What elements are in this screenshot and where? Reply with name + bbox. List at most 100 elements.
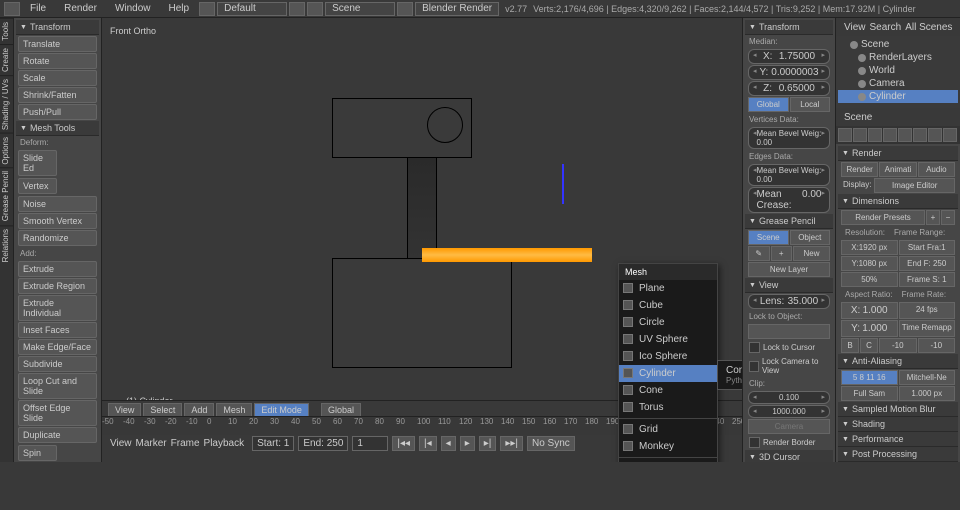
pushpull-button[interactable]: Push/Pull (18, 104, 97, 120)
aspect-y-field[interactable]: Y: 1.000 (841, 320, 898, 337)
remap-new-field[interactable]: -10 (918, 338, 956, 353)
noise-button[interactable]: Noise (18, 196, 97, 212)
gp-scene-button[interactable]: Scene (748, 230, 789, 245)
aa-section[interactable]: Anti-Aliasing (838, 354, 958, 369)
render-section[interactable]: Render (838, 146, 958, 161)
rewind-keyframe-button[interactable]: |◂ (419, 436, 437, 451)
blender-icon[interactable] (4, 2, 20, 16)
res-pct-field[interactable]: 50% (841, 272, 898, 287)
bevel-weight-field-2[interactable]: Mean Bevel Weig: 0.00 (748, 164, 830, 186)
transform-header[interactable]: Transform (16, 20, 99, 35)
shading-section[interactable]: Shading (838, 417, 958, 432)
object-tab-icon[interactable] (898, 128, 912, 142)
vp-select-menu[interactable]: Select (143, 403, 182, 417)
menu-item-grid[interactable]: Grid (619, 421, 717, 438)
preset-remove-button[interactable]: − (941, 210, 955, 225)
gp-icon-button[interactable]: ✎ (748, 246, 770, 261)
vertex-button[interactable]: Vertex (18, 178, 57, 194)
post-section[interactable]: Post Processing (838, 447, 958, 462)
outliner-renderlayers[interactable]: RenderLayers (838, 51, 958, 64)
median-z-field[interactable]: Z:0.65000 (748, 81, 830, 96)
lock-object-field[interactable] (748, 324, 830, 339)
translate-button[interactable]: Translate (18, 36, 97, 52)
menu-window[interactable]: Window (107, 1, 159, 16)
world-tab-icon[interactable] (883, 128, 897, 142)
global-button[interactable]: Global (748, 97, 789, 112)
material-tab-icon[interactable] (943, 128, 957, 142)
menu-item-torus[interactable]: Torus (619, 399, 717, 416)
play-button[interactable]: ▸ (460, 436, 475, 451)
border-check[interactable]: B (841, 338, 859, 353)
offset-edge-button[interactable]: Offset Edge Slide (18, 400, 97, 426)
performance-section[interactable]: Performance (838, 432, 958, 447)
median-y-field[interactable]: Y:0.0000003 (748, 65, 830, 80)
clip-end-field[interactable]: 1000.000 (748, 405, 830, 418)
display-dropdown[interactable]: Image Editor (874, 178, 955, 193)
menu-item-cone[interactable]: Cone (619, 382, 717, 399)
tl-playback-menu[interactable]: Playback (204, 438, 245, 449)
engine-dropdown[interactable]: Blender Render (415, 2, 499, 16)
menu-render[interactable]: Render (56, 1, 105, 16)
scene-tab-icon[interactable] (868, 128, 882, 142)
full-sample-check[interactable]: Full Sam (841, 386, 898, 401)
tab-relations[interactable]: Relations (0, 225, 13, 265)
aa-size-field[interactable]: 1.000 px (899, 386, 956, 401)
gp-new-button[interactable]: New (793, 246, 830, 261)
scale-button[interactable]: Scale (18, 70, 97, 86)
tl-view-menu[interactable]: View (110, 438, 132, 449)
median-x-field[interactable]: X:1.75000 (748, 49, 830, 64)
tab-options[interactable]: Options (0, 133, 13, 168)
crop-check[interactable]: C (860, 338, 878, 353)
view-header[interactable]: View (745, 278, 833, 293)
layout-dropdown[interactable]: Default (217, 2, 287, 16)
props-breadcrumb[interactable]: Scene (844, 112, 872, 123)
shrink-button[interactable]: Shrink/Fatten (18, 87, 97, 103)
forward-end-button[interactable]: ▸▸| (500, 436, 523, 451)
start-frame-field[interactable]: Start Fra:1 (899, 240, 956, 255)
outliner-scope[interactable]: All Scenes (905, 22, 952, 33)
grease-header[interactable]: Grease Pencil (745, 214, 833, 229)
orientation-dropdown[interactable]: Global (321, 403, 361, 417)
aa-samples-buttons[interactable]: 5 8 11 16 (841, 370, 898, 385)
mode-dropdown[interactable]: Edit Mode (254, 403, 309, 417)
layout-close-icon[interactable] (289, 2, 305, 16)
randomize-button[interactable]: Randomize (18, 230, 97, 246)
tab-shading[interactable]: Shading / UVs (0, 75, 13, 133)
scene-close-icon[interactable] (397, 2, 413, 16)
menu-item-ico-sphere[interactable]: Ico Sphere (619, 348, 717, 365)
start-frame-field[interactable]: Start: 1 (252, 436, 294, 451)
smooth-vertex-button[interactable]: Smooth Vertex (18, 213, 97, 229)
render-button[interactable]: Render (841, 162, 878, 177)
mean-crease-field[interactable]: Mean Crease:0.00 (748, 187, 830, 213)
tab-grease[interactable]: Grease Pencil (0, 167, 13, 224)
layers-tab-icon[interactable] (853, 128, 867, 142)
cursor-header[interactable]: 3D Cursor (745, 450, 833, 462)
z-axis-arrow[interactable] (562, 164, 564, 204)
gp-object-button[interactable]: Object (790, 230, 831, 245)
modifier-tab-icon[interactable] (913, 128, 927, 142)
remap-old-field[interactable]: -10 (879, 338, 917, 353)
current-frame-field[interactable]: 1 (352, 436, 388, 451)
scene-dropdown[interactable]: Scene (325, 2, 395, 16)
res-x-field[interactable]: X:1920 px (841, 240, 898, 255)
spin-button[interactable]: Spin (18, 445, 57, 461)
new-layer-button[interactable]: New Layer (748, 262, 830, 277)
sync-dropdown[interactable]: No Sync (527, 436, 575, 451)
layout-prev-icon[interactable] (199, 2, 215, 16)
fps-dropdown[interactable]: 24 fps (899, 302, 956, 319)
menu-item-uv-sphere[interactable]: UV Sphere (619, 331, 717, 348)
menu-file[interactable]: File (22, 1, 54, 16)
outliner-world[interactable]: World (838, 64, 958, 77)
vp-view-menu[interactable]: View (108, 403, 141, 417)
n-transform-header[interactable]: Transform (745, 20, 833, 35)
end-frame-field[interactable]: End F: 250 (899, 256, 956, 271)
smb-section[interactable]: Sampled Motion Blur (838, 402, 958, 417)
outliner-scene[interactable]: Scene (838, 38, 958, 51)
outliner-search[interactable]: Search (870, 22, 902, 33)
subdivide-button[interactable]: Subdivide (18, 356, 97, 372)
render-tab-icon[interactable] (838, 128, 852, 142)
preset-add-button[interactable]: + (926, 210, 940, 225)
aa-filter-dropdown[interactable]: Mitchell-Ne (899, 370, 956, 385)
menu-item-cube[interactable]: Cube (619, 297, 717, 314)
menu-item-circle[interactable]: Circle (619, 314, 717, 331)
